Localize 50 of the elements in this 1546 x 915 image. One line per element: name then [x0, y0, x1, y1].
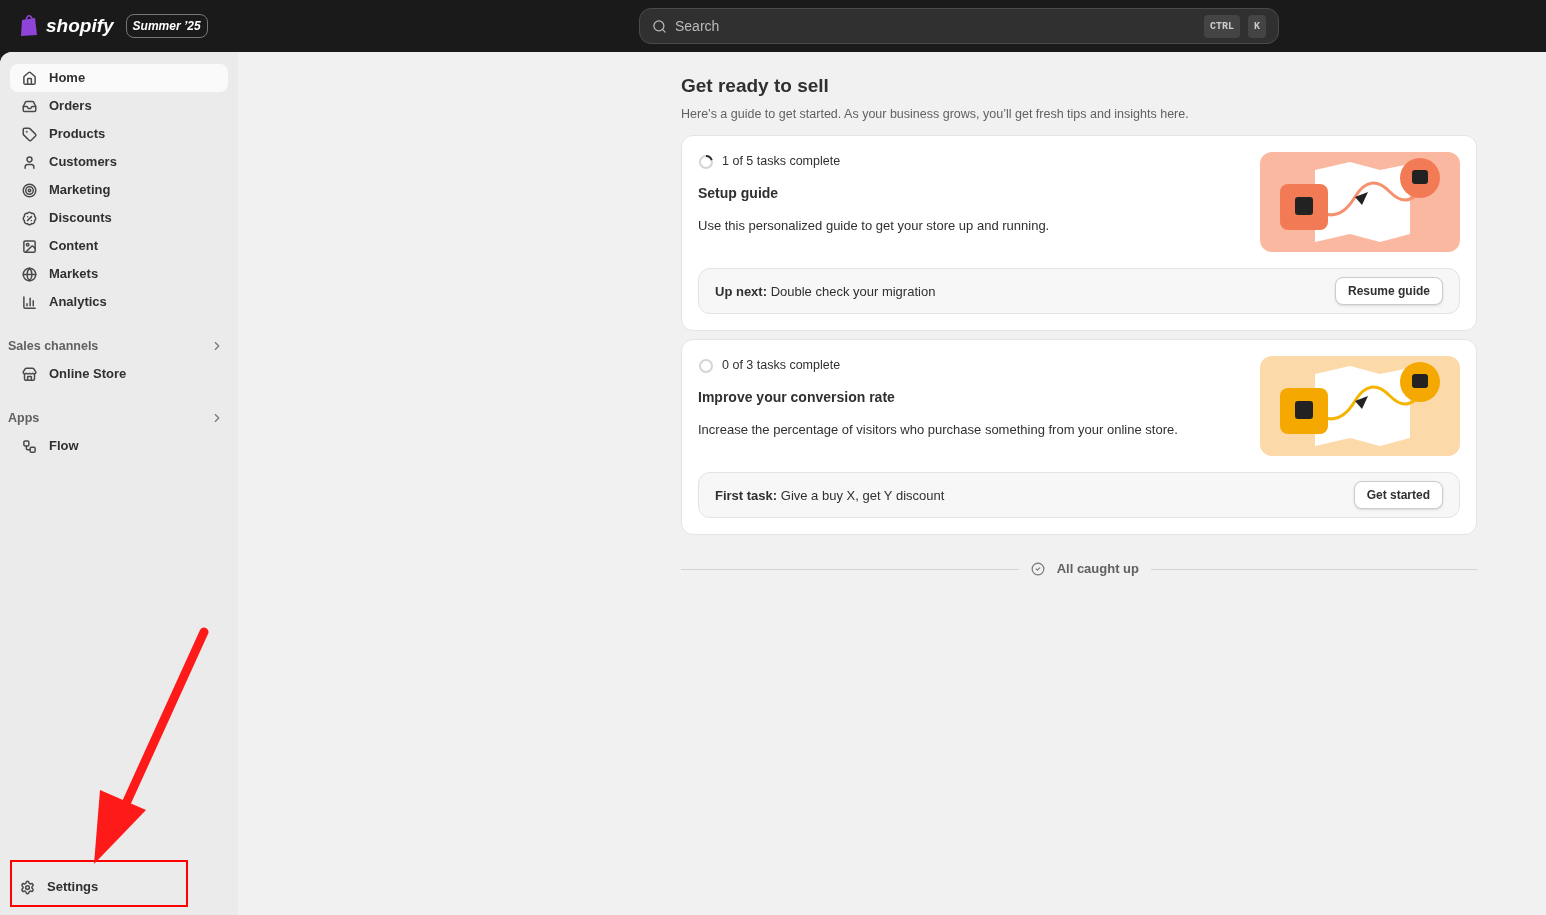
sidebar-item[interactable]: Customers [10, 148, 228, 176]
caught-up-text: All caught up [1056, 560, 1139, 579]
search-input[interactable]: Search [675, 15, 1196, 37]
card-description: Use this personalized guide to get your store up and running. [698, 217, 1050, 235]
target-icon [22, 182, 37, 198]
percent-badge-icon [22, 210, 37, 226]
tag-icon [22, 126, 37, 142]
flow-icon [22, 438, 37, 454]
page-subtitle: Here’s a guide to get started. As your business grows, you’ll get fresh tips and insights here. [681, 105, 1190, 123]
progress-label: 1 of 5 tasks complete [722, 153, 841, 171]
sidebar-item[interactable]: Discounts [10, 204, 228, 232]
empty-progress-ring-icon [698, 357, 714, 374]
card-action-button[interactable]: Resume guide [1334, 277, 1443, 306]
sidebar-item[interactable]: Analytics [10, 288, 228, 316]
settings-item[interactable]: Settings [12, 873, 107, 901]
sidebar-item[interactable]: Home [10, 64, 228, 92]
search-field[interactable]: Search CTRL K [639, 8, 1279, 44]
home-icon [22, 70, 37, 86]
sidebar-item[interactable]: Flow [10, 432, 228, 460]
bar-chart-icon [22, 294, 37, 310]
gear-icon [20, 879, 35, 895]
person-icon [22, 154, 37, 170]
section-heading: Sales channels [8, 337, 99, 355]
progress-label: 0 of 3 tasks complete [722, 357, 841, 375]
next-task-text: Up next: Double check your migration [715, 282, 936, 301]
shopping-bag-logo-icon [20, 15, 38, 37]
inbox-icon [22, 98, 37, 114]
sidebar-item[interactable]: Markets [10, 260, 228, 288]
partial-progress-ring-icon [698, 153, 714, 170]
sidebar-item[interactable]: Marketing [10, 176, 228, 204]
globe-icon [22, 266, 37, 282]
sidebar-item[interactable]: Content [10, 232, 228, 260]
store-icon [22, 366, 37, 382]
sidebar-item[interactable]: Orders [10, 92, 228, 120]
card-title: Setup guide [698, 184, 780, 203]
card-title: Improve your conversion rate [698, 388, 896, 407]
page-title: Get ready to sell [681, 74, 830, 98]
search-icon [652, 18, 667, 34]
shortcut-key: K [1248, 14, 1266, 38]
sidebar-item[interactable]: Online Store [10, 360, 228, 388]
next-task-text: First task: Give a buy X, get Y discount [715, 486, 945, 505]
check-circle-icon [1030, 562, 1045, 576]
card-description: Increase the percentage of visitors who purchase something from your online store. [698, 421, 1178, 439]
edition-badge: Summer ’25 [125, 14, 208, 38]
section-heading: Apps [8, 409, 40, 427]
brand-name: shopify [46, 13, 114, 38]
card-action-button[interactable]: Get started [1353, 481, 1443, 510]
image-icon [22, 238, 37, 254]
sidebar-item[interactable]: Products [10, 120, 228, 148]
shortcut-key: CTRL [1203, 14, 1240, 38]
